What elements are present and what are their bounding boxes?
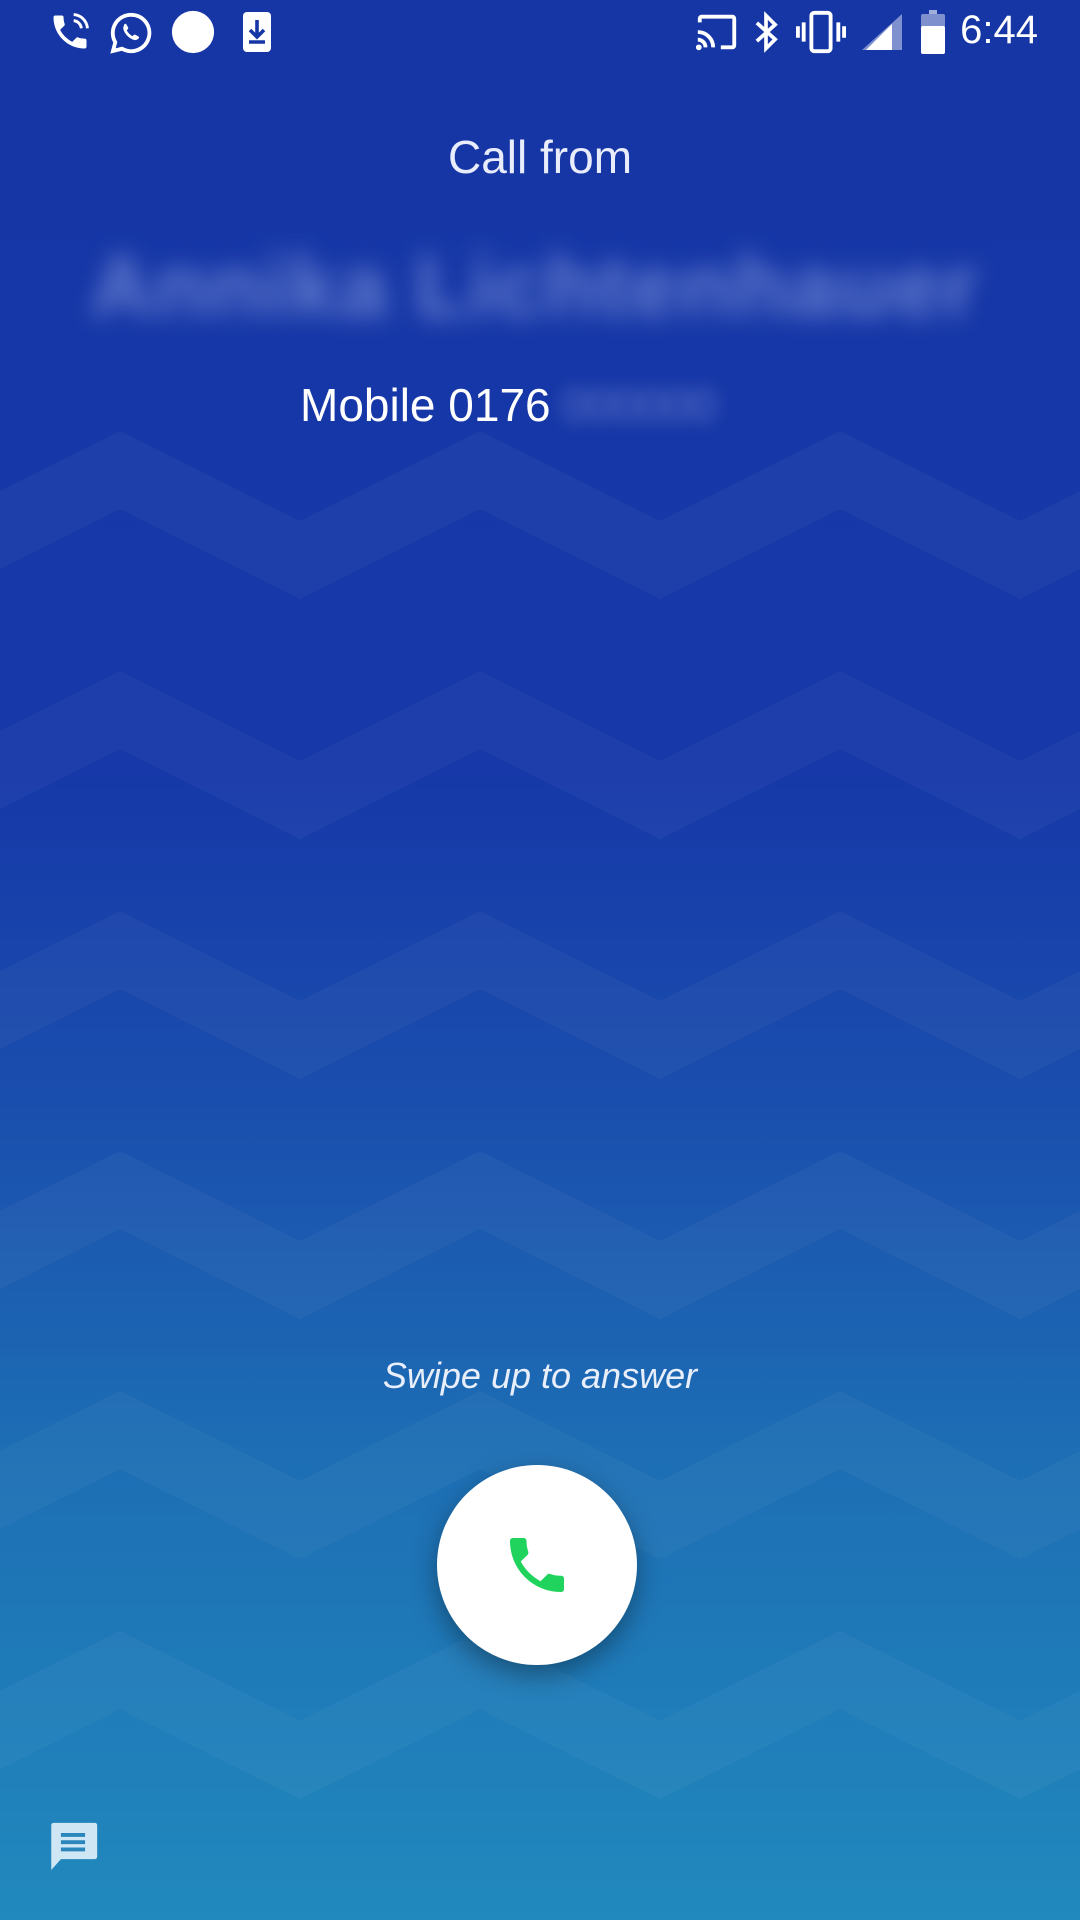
vibrate-icon xyxy=(796,10,846,54)
clock: 6:44 xyxy=(960,8,1038,52)
circle-notification-icon xyxy=(170,9,216,54)
download-icon xyxy=(240,10,274,54)
caller-name: Annika Lichtenhauer xyxy=(90,239,980,335)
whatsapp-icon xyxy=(108,10,154,54)
wifi-call-icon xyxy=(48,10,92,54)
incoming-call-screen: 6:44 Call from Annika Lichtenhauer Mobil… xyxy=(0,0,1080,1920)
cast-icon xyxy=(694,10,740,54)
message-icon xyxy=(51,1822,98,1870)
number-label: Mobile 0176 xyxy=(300,379,551,431)
swipe-hint: Swipe up to answer xyxy=(382,1355,698,1396)
status-bar: 6:44 xyxy=(0,0,1080,66)
quick-reply-button[interactable] xyxy=(44,1818,102,1876)
phone-icon xyxy=(510,1538,564,1592)
bluetooth-icon xyxy=(752,10,780,54)
signal-icon xyxy=(862,14,902,58)
caller-number: Mobile 0176 000000 xyxy=(300,370,716,440)
answer-call-button[interactable] xyxy=(437,1465,637,1665)
call-heading: Call from xyxy=(447,131,633,183)
battery-icon xyxy=(920,10,946,54)
number-redacted: 000000 xyxy=(562,379,717,431)
